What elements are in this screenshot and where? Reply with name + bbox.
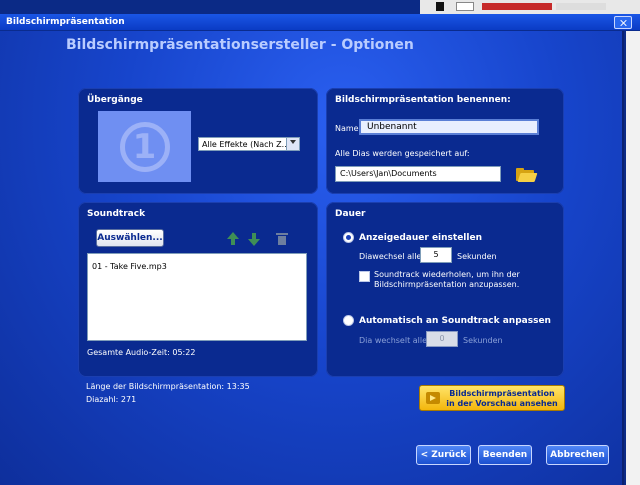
- title-bar: Bildschirmpräsentation: [0, 14, 640, 31]
- background-window-field: [456, 2, 474, 11]
- background-window-scroll: [556, 3, 606, 10]
- transitions-panel: Übergänge 1 Alle Effekte (Nach Z...: [78, 88, 318, 194]
- finish-button[interactable]: Beenden: [478, 445, 532, 465]
- window-title: Bildschirmpräsentation: [6, 17, 125, 27]
- repeat-soundtrack-checkbox[interactable]: [359, 271, 370, 282]
- background-window-bar: [482, 3, 552, 10]
- save-path-input[interactable]: C:\Users\Jan\Documents: [335, 166, 501, 182]
- preview-slideshow-button[interactable]: Bildschirmpräsentation in der Vorschau a…: [419, 385, 565, 411]
- cancel-button[interactable]: Abbrechen: [546, 445, 609, 465]
- slide-count: Diazahl: 271: [86, 395, 137, 404]
- move-down-icon[interactable]: [248, 232, 260, 246]
- auto-interval-input: 0: [426, 331, 458, 347]
- naming-panel: Bildschirmpräsentation benennen: Name Un…: [326, 88, 564, 194]
- list-item[interactable]: 01 - Take Five.mp3: [88, 254, 306, 271]
- slideshow-length: Länge der Bildschirmpräsentation: 13:35: [86, 382, 250, 391]
- repeat-soundtrack-label[interactable]: Soundtrack wiederholen, um ihn der Bilds…: [374, 270, 544, 290]
- preview-button-label: Bildschirmpräsentation in der Vorschau a…: [446, 389, 558, 408]
- transitions-title: Übergänge: [87, 95, 143, 105]
- naming-title: Bildschirmpräsentation benennen:: [335, 95, 511, 105]
- radio-manual-duration[interactable]: [343, 232, 354, 243]
- close-icon[interactable]: [614, 16, 632, 29]
- trash-icon[interactable]: [276, 232, 288, 246]
- radio-auto-duration[interactable]: [343, 315, 354, 326]
- interval-input[interactable]: 5: [420, 247, 452, 263]
- track-list[interactable]: 01 - Take Five.mp3: [87, 253, 307, 341]
- interval-label: Diawechsel alle: [359, 252, 422, 261]
- name-input[interactable]: Unbenannt: [359, 119, 539, 135]
- dialog-body: Bildschirmpräsentationsersteller - Optio…: [0, 31, 624, 485]
- folder-icon[interactable]: [516, 168, 538, 182]
- duration-title: Dauer: [335, 209, 366, 219]
- transition-preview: 1: [98, 111, 191, 182]
- duration-panel: Dauer Anzeigedauer einstellen Diawechsel…: [326, 202, 564, 377]
- auto-duration-label[interactable]: Automatisch an Soundtrack anpassen: [359, 316, 551, 326]
- total-audio-time: Gesamte Audio-Zeit: 05:22: [87, 348, 196, 357]
- chevron-down-icon[interactable]: [286, 138, 299, 150]
- side-scroll-strip: [626, 31, 640, 485]
- name-label: Name: [335, 124, 359, 133]
- background-window-icon: [436, 2, 444, 11]
- interval-unit: Sekunden: [457, 252, 497, 261]
- effect-select[interactable]: Alle Effekte (Nach Z...: [198, 137, 300, 151]
- manual-duration-label[interactable]: Anzeigedauer einstellen: [359, 233, 482, 243]
- soundtrack-panel: Soundtrack Auswählen... 01 - Take Five.m…: [78, 202, 318, 377]
- preview-number-icon: 1: [119, 121, 170, 172]
- move-up-icon[interactable]: [227, 232, 239, 246]
- background-window-strip: [420, 0, 640, 14]
- soundtrack-title: Soundtrack: [87, 209, 146, 219]
- auto-interval-label: Dia wechselt alle: [359, 336, 428, 345]
- select-audio-button[interactable]: Auswählen...: [96, 229, 164, 247]
- save-location-label: Alle Dias werden gespeichert auf:: [335, 149, 470, 158]
- back-button[interactable]: < Zurück: [416, 445, 471, 465]
- play-icon: [426, 392, 440, 404]
- effect-select-value: Alle Effekte (Nach Z...: [202, 139, 290, 149]
- auto-interval-unit: Sekunden: [463, 336, 503, 345]
- dialog-heading: Bildschirmpräsentationsersteller - Optio…: [66, 37, 414, 53]
